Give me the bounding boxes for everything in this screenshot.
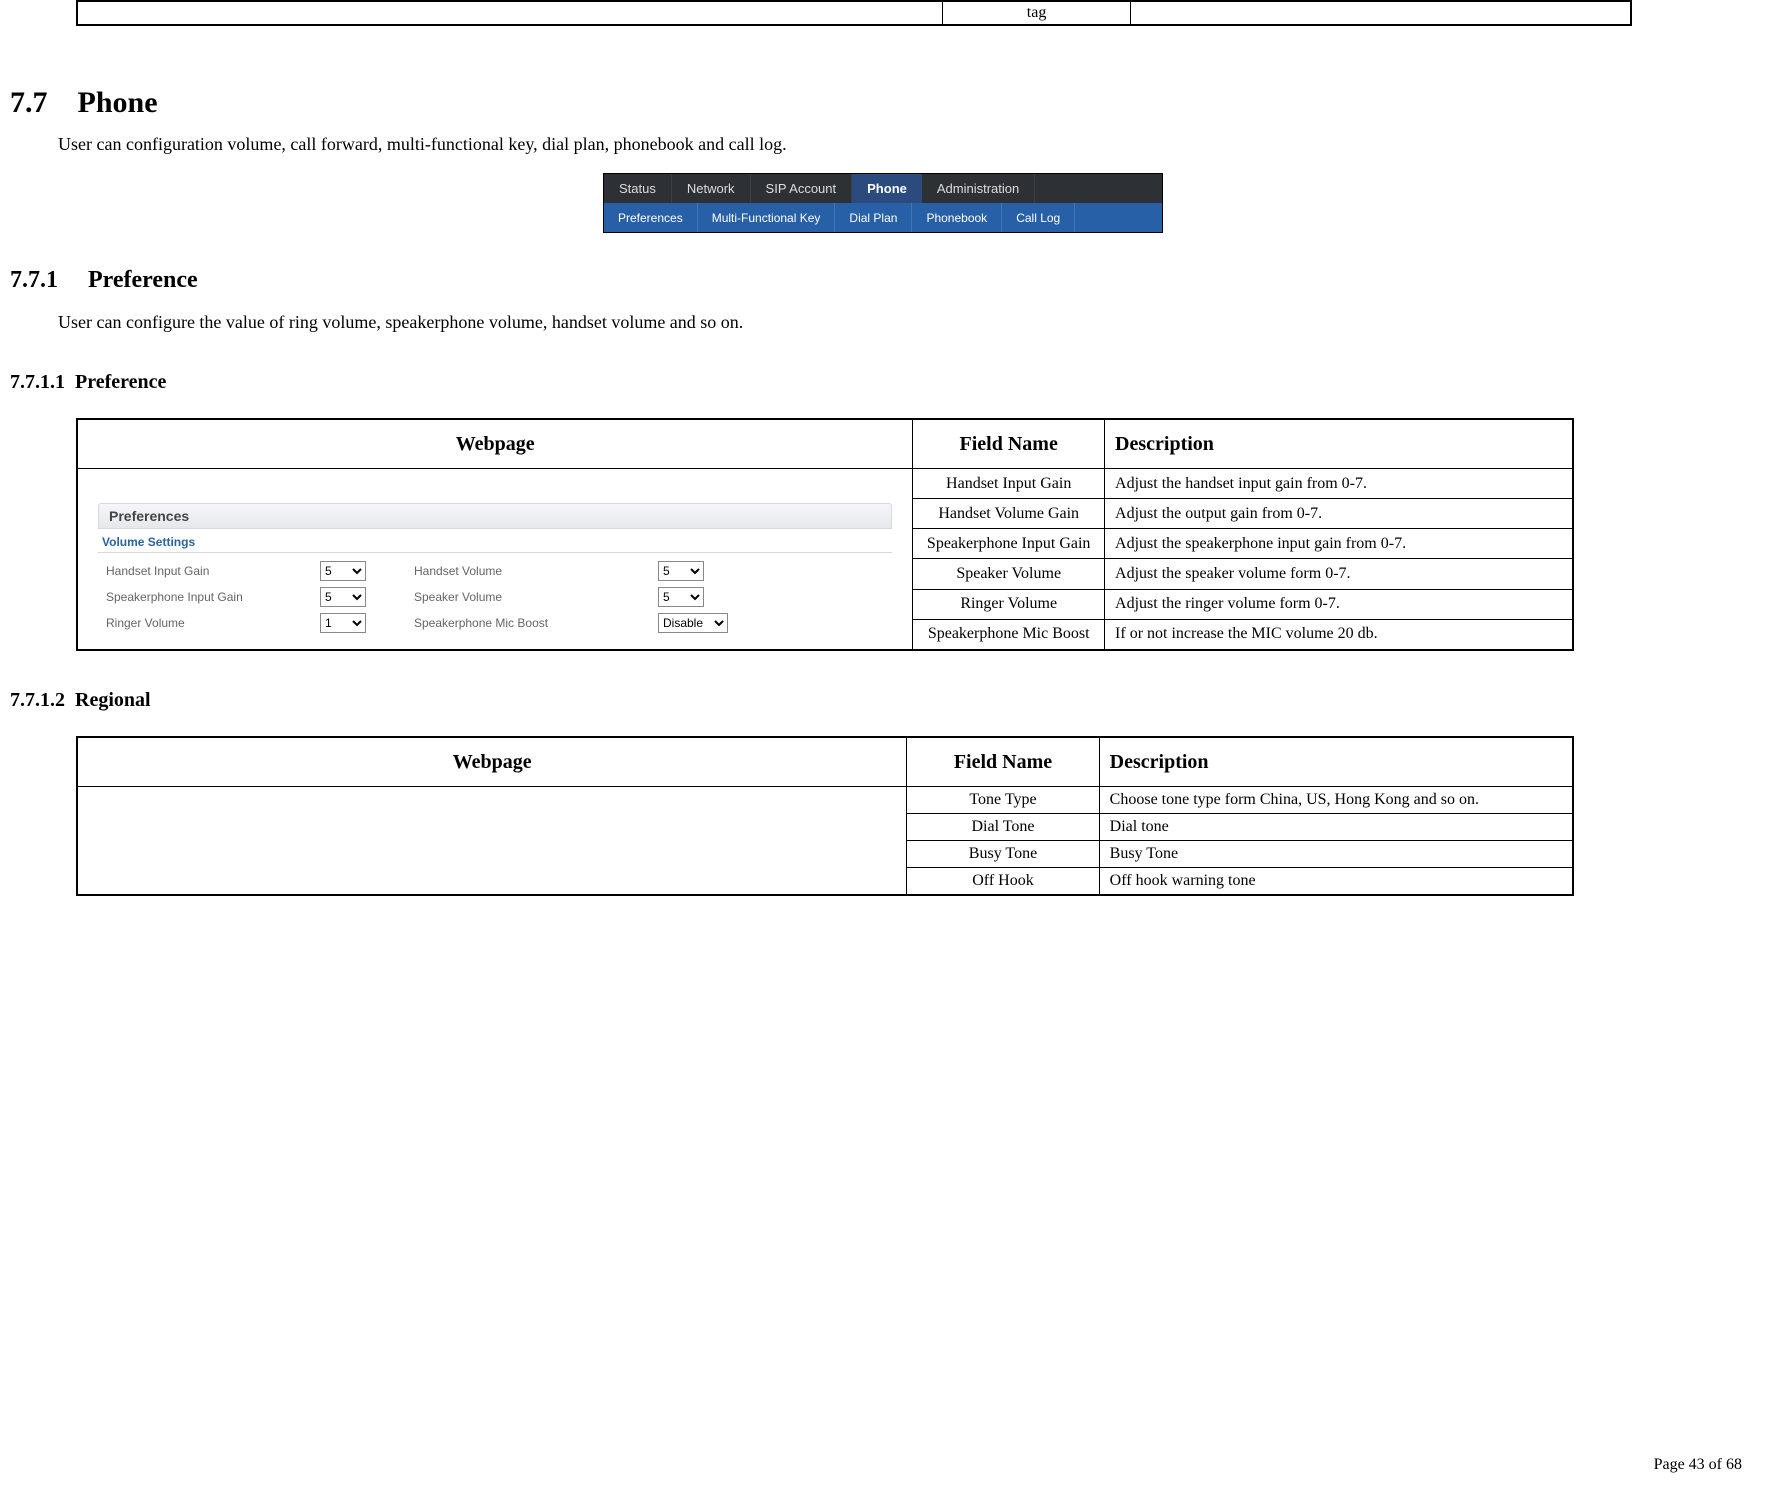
section-7-7-1-intro: User can configure the value of ring vol…: [58, 312, 1756, 333]
tab-phone[interactable]: Phone: [852, 174, 922, 203]
regional-webpage-cell: [77, 787, 907, 896]
pref-header-webpage: Webpage: [77, 419, 913, 469]
subsubsection-number: 7.7.1.2: [10, 689, 65, 711]
volume-settings-grid: Handset Input Gain 5 Handset Volume 5 Sp…: [98, 559, 892, 635]
pref-header-fieldname: Field Name: [913, 419, 1105, 469]
pref-webpage-cell: Preferences Volume Settings Handset Inpu…: [77, 469, 913, 651]
subtab-preferences[interactable]: Preferences: [604, 203, 698, 232]
preference-table: Webpage Field Name Description Preferenc…: [76, 418, 1574, 651]
subsection-title: Preference: [88, 267, 198, 293]
section-7-7-heading: 7.7 Phone: [10, 86, 1756, 120]
tab-status[interactable]: Status: [604, 174, 672, 203]
phone-tabs-screenshot: Status Network SIP Account Phone Adminis…: [603, 173, 1163, 233]
top-cell-empty2: [1131, 1, 1631, 25]
regional-row-desc: Choose tone type form China, US, Hong Ko…: [1099, 787, 1573, 814]
select-handset-volume[interactable]: 5: [658, 561, 704, 581]
subsection-number: 7.7.1: [10, 267, 58, 293]
tab-filler: [1035, 174, 1162, 203]
regional-row-field: Off Hook: [907, 868, 1099, 896]
volume-settings-title: Volume Settings: [98, 529, 892, 553]
label-ringer-volume: Ringer Volume: [106, 616, 316, 630]
subtab-call-log[interactable]: Call Log: [1002, 203, 1075, 232]
regional-header-webpage: Webpage: [77, 737, 907, 787]
label-handset-volume: Handset Volume: [414, 564, 654, 578]
page-footer: Page 43 of 68: [1654, 1456, 1742, 1474]
pref-row-field: Speaker Volume: [913, 559, 1105, 589]
subsubsection-number: 7.7.1.1: [10, 371, 65, 393]
select-ringer-volume[interactable]: 1: [320, 613, 366, 633]
top-cell-empty: [77, 1, 943, 25]
pref-row-field: Ringer Volume: [913, 589, 1105, 619]
regional-row-field: Dial Tone: [907, 814, 1099, 841]
label-handset-input-gain: Handset Input Gain: [106, 564, 316, 578]
top-fragment-table: tag: [76, 0, 1632, 26]
section-7-7-1-2-heading: 7.7.1.2 Regional: [10, 689, 1756, 712]
subtab-phonebook[interactable]: Phonebook: [912, 203, 1002, 232]
pref-row-field: Speakerphone Mic Boost: [913, 619, 1105, 650]
select-handset-input-gain[interactable]: 5: [320, 561, 366, 581]
pref-row-desc: Adjust the output gain from 0-7.: [1105, 499, 1573, 529]
select-speaker-volume[interactable]: 5: [658, 587, 704, 607]
label-speaker-volume: Speaker Volume: [414, 590, 654, 604]
regional-row-desc: Off hook warning tone: [1099, 868, 1573, 896]
pref-row-desc: Adjust the speakerphone input gain from …: [1105, 529, 1573, 559]
subtab-multi-functional-key[interactable]: Multi-Functional Key: [698, 203, 836, 232]
label-speakerphone-mic-boost: Speakerphone Mic Boost: [414, 616, 654, 630]
select-speakerphone-input-gain[interactable]: 5: [320, 587, 366, 607]
section-number: 7.7: [10, 86, 48, 119]
section-7-7-1-heading: 7.7.1 Preference: [10, 267, 1756, 294]
tab-administration[interactable]: Administration: [922, 174, 1035, 203]
section-7-7-intro: User can configuration volume, call forw…: [58, 134, 1756, 155]
pref-row-desc: Adjust the handset input gain from 0-7.: [1105, 469, 1573, 499]
panel-title: Preferences: [98, 503, 892, 529]
regional-row-field: Tone Type: [907, 787, 1099, 814]
pref-header-description: Description: [1105, 419, 1573, 469]
top-cell-tag: tag: [943, 1, 1131, 25]
pref-row-desc: If or not increase the MIC volume 20 db.: [1105, 619, 1573, 650]
section-7-7-1-1-heading: 7.7.1.1 Preference: [10, 371, 1756, 394]
regional-row-desc: Busy Tone: [1099, 841, 1573, 868]
pref-row-field: Handset Volume Gain: [913, 499, 1105, 529]
regional-row-desc: Dial tone: [1099, 814, 1573, 841]
pref-row-field: Handset Input Gain: [913, 469, 1105, 499]
regional-header-fieldname: Field Name: [907, 737, 1099, 787]
sub-tabs-row: Preferences Multi-Functional Key Dial Pl…: [604, 203, 1162, 232]
pref-row-field: Speakerphone Input Gain: [913, 529, 1105, 559]
top-tabs-row: Status Network SIP Account Phone Adminis…: [604, 174, 1162, 203]
pref-row-desc: Adjust the speaker volume form 0-7.: [1105, 559, 1573, 589]
select-speakerphone-mic-boost[interactable]: Disable: [658, 613, 728, 633]
pref-row-desc: Adjust the ringer volume form 0-7.: [1105, 589, 1573, 619]
tab-sip-account[interactable]: SIP Account: [751, 174, 853, 203]
label-speakerphone-input-gain: Speakerphone Input Gain: [106, 590, 316, 604]
subtab-dial-plan[interactable]: Dial Plan: [835, 203, 912, 232]
preferences-webui: Preferences Volume Settings Handset Inpu…: [88, 473, 902, 645]
subsubsection-title: Regional: [75, 689, 151, 711]
regional-row-field: Busy Tone: [907, 841, 1099, 868]
subsubsection-title: Preference: [75, 371, 166, 393]
regional-header-description: Description: [1099, 737, 1573, 787]
regional-table: Webpage Field Name Description Tone Type…: [76, 736, 1574, 896]
tab-network[interactable]: Network: [672, 174, 751, 203]
section-title: Phone: [78, 86, 158, 119]
